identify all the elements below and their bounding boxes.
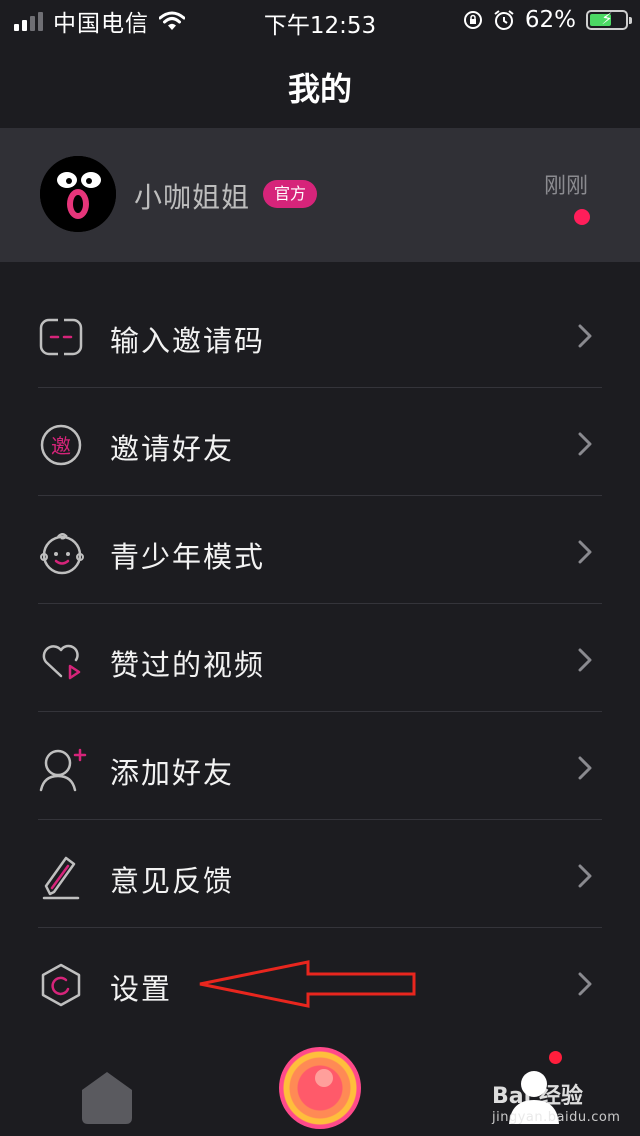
child-face-icon bbox=[40, 533, 84, 575]
avatar[interactable] bbox=[40, 156, 116, 232]
battery-charging-icon: ⚡ bbox=[586, 9, 632, 30]
menu-list: 输入邀请码 邀 邀请好友 青少年模式 赞过的视频 添加好友 意见反馈 设置 bbox=[0, 280, 640, 1036]
chevron-right-icon bbox=[578, 864, 592, 888]
home-tab-icon[interactable] bbox=[78, 1068, 136, 1126]
profile-time: 刚刚 bbox=[543, 174, 588, 199]
page-title: 我的 bbox=[287, 70, 352, 108]
settings-hexagon-icon bbox=[41, 963, 81, 1007]
menu-item-add-friend[interactable]: 添加好友 bbox=[0, 712, 640, 820]
official-badge: 官方 bbox=[263, 180, 318, 208]
menu-item-invite-code[interactable]: 输入邀请码 bbox=[0, 280, 640, 388]
page-header: 我的 bbox=[0, 40, 640, 128]
charging-bolt-icon: ⚡ bbox=[601, 9, 613, 28]
menu-label: 邀请好友 bbox=[110, 432, 235, 466]
notification-dot bbox=[549, 1051, 562, 1064]
invite-badge-icon: 邀 bbox=[40, 424, 82, 466]
heart-play-icon bbox=[42, 644, 81, 680]
annotation-arrow bbox=[199, 960, 416, 1008]
chevron-right-icon bbox=[578, 972, 592, 996]
svg-text:邀: 邀 bbox=[51, 434, 71, 458]
rotation-lock-icon bbox=[463, 11, 482, 29]
chevron-right-icon bbox=[578, 432, 592, 456]
menu-label: 输入邀请码 bbox=[110, 324, 266, 358]
battery-percent: 62% bbox=[524, 7, 576, 33]
profile-name: 小咖姐姐 bbox=[134, 181, 251, 214]
menu-label: 意见反馈 bbox=[110, 864, 235, 898]
menu-label: 赞过的视频 bbox=[110, 648, 266, 682]
alarm-icon bbox=[494, 10, 514, 30]
watermark-url: jingyan.baidu.com bbox=[492, 1110, 621, 1125]
bottom-tab-bar: Bai 经验 jingyan.baidu.com bbox=[0, 1038, 640, 1136]
chevron-right-icon bbox=[578, 324, 592, 348]
chevron-right-icon bbox=[578, 756, 592, 780]
pencil-icon bbox=[42, 856, 80, 900]
menu-item-liked-videos[interactable]: 赞过的视频 bbox=[0, 604, 640, 712]
menu-item-teen-mode[interactable]: 青少年模式 bbox=[0, 496, 640, 604]
menu-item-feedback[interactable]: 意见反馈 bbox=[0, 820, 640, 928]
menu-item-invite-friends[interactable]: 邀 邀请好友 bbox=[0, 388, 640, 496]
record-button[interactable] bbox=[279, 1047, 361, 1129]
status-right: 62% ⚡ bbox=[463, 6, 632, 34]
profile-card[interactable]: 小咖姐姐 官方 刚刚 bbox=[0, 128, 640, 262]
avatar-face-icon bbox=[40, 156, 116, 232]
status-bar: 中国电信 下午12:53 62% ⚡ bbox=[0, 0, 640, 40]
menu-label: 添加好友 bbox=[110, 756, 235, 790]
menu-label: 设置 bbox=[110, 972, 173, 1006]
watermark: Bai 经验 jingyan.baidu.com bbox=[492, 1078, 632, 1130]
chevron-right-icon bbox=[578, 540, 592, 564]
add-friend-icon bbox=[39, 748, 87, 792]
unread-dot bbox=[574, 209, 590, 225]
invite-code-icon bbox=[39, 318, 83, 356]
watermark-brand: Bai 经验 bbox=[492, 1084, 583, 1109]
chevron-right-icon bbox=[578, 648, 592, 672]
menu-label: 青少年模式 bbox=[110, 540, 266, 574]
